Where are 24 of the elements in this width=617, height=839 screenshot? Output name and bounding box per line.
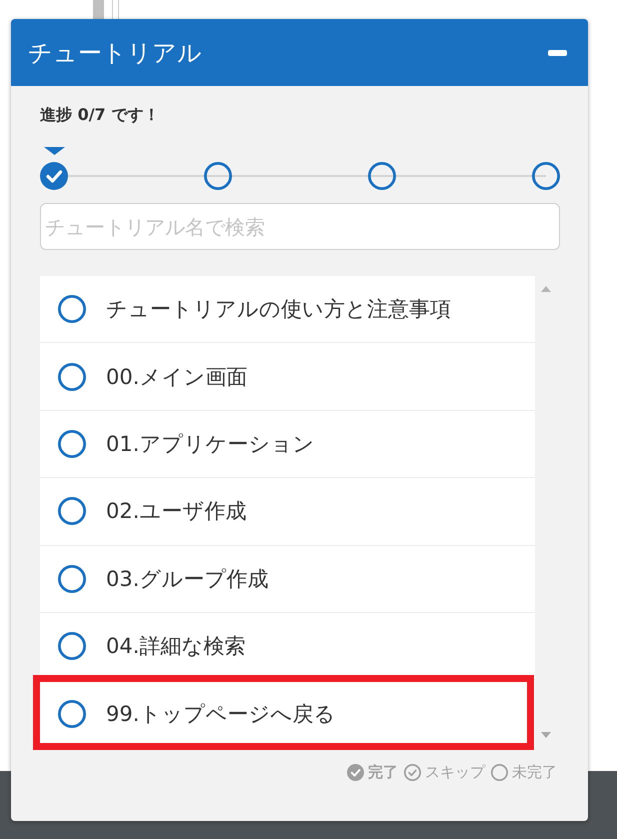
progress-text: 進捗 0/7 です！ [40, 105, 160, 125]
tutorial-label: チュートリアルの使い方と注意事項 [106, 296, 451, 324]
tutorial-label: 00.メイン画面 [106, 364, 248, 391]
search-field[interactable]: チュートリアル名で検索 [40, 203, 560, 250]
panel-title: チュートリアル [28, 38, 202, 68]
tutorial-label: 03.グループ作成 [106, 566, 268, 593]
tutorial-label: 99.トップページへ戻る [106, 701, 336, 728]
tutorial-item[interactable]: 02.ユーザ作成 [40, 478, 535, 546]
legend-label: 完了 [368, 763, 398, 782]
background-strip-drawing [93, 0, 120, 19]
tutorial-label: 02.ユーザ作成 [106, 498, 246, 526]
tutorial-item[interactable]: 00.メイン画面 [40, 343, 535, 411]
tutorial-item[interactable]: 01.アプリケーション [40, 410, 535, 478]
tutorial-label: 01.アプリケーション [106, 430, 314, 458]
scroll-down-arrow-icon[interactable] [541, 732, 551, 738]
legend-label: 未完了 [512, 763, 557, 782]
tutorial-item[interactable]: 04.詳細な検索 [40, 612, 535, 680]
legend-label: スキップ [425, 763, 485, 782]
scroll-up-arrow-icon[interactable] [541, 286, 551, 292]
tutorial-label: 04.詳細な検索 [106, 633, 246, 660]
tutorial-item[interactable]: チュートリアルの使い方と注意事項 [40, 276, 535, 344]
tutorial-item[interactable]: 03.グループ作成 [40, 546, 535, 613]
tutorial-item[interactable]: 99.トップページへ戻る [40, 680, 535, 748]
minus-icon [548, 50, 567, 56]
